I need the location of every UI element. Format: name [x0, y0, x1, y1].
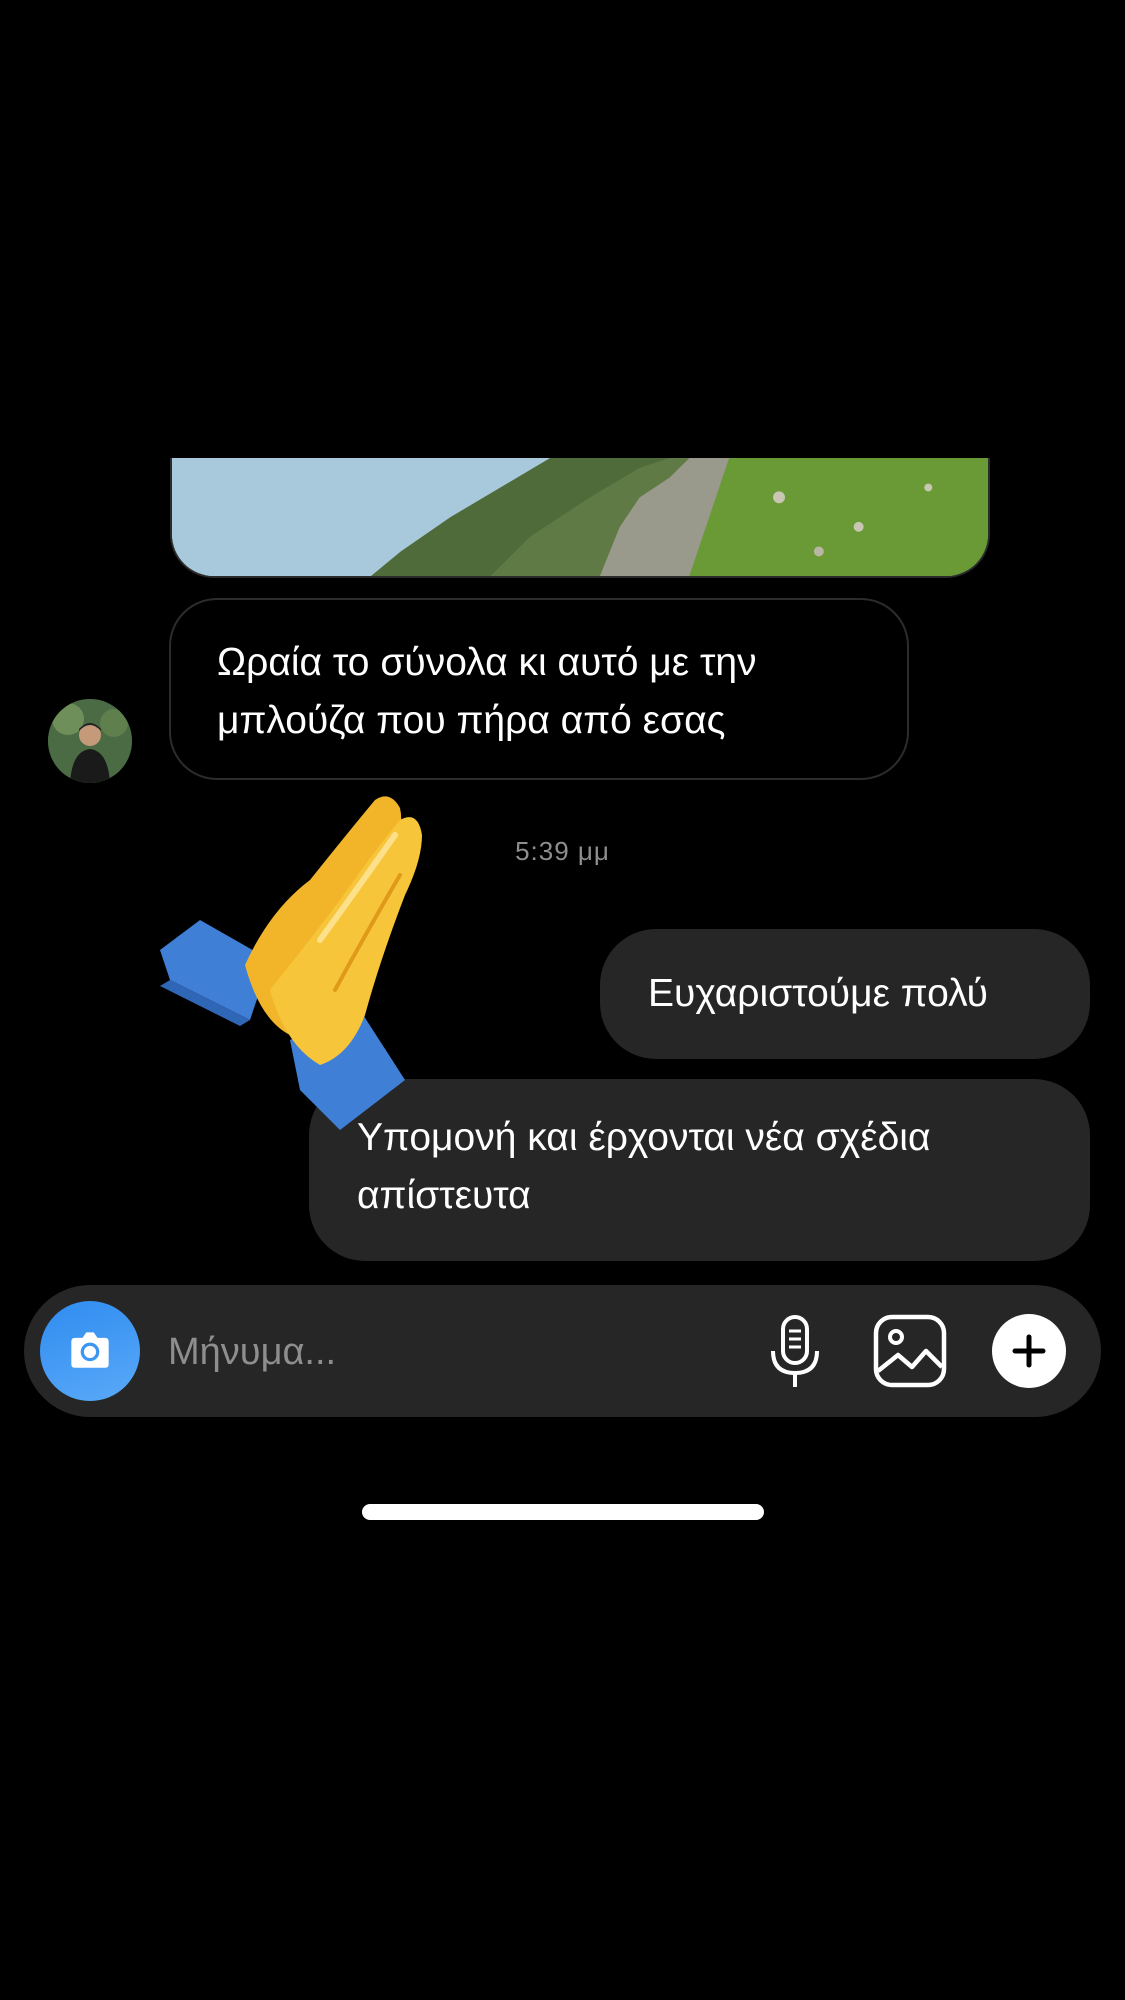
camera-button[interactable] [40, 1301, 140, 1401]
folded-hands-icon [160, 796, 422, 1130]
microphone-icon[interactable] [765, 1311, 825, 1391]
outgoing-message-bubble[interactable]: Ευχαριστούμε πολύ [600, 929, 1090, 1059]
avatar-photo [48, 699, 132, 783]
incoming-message-bubble[interactable]: Ωραία το σύνολα κι αυτό με την μπλούζα π… [169, 598, 909, 780]
home-indicator[interactable] [362, 1504, 764, 1520]
plus-icon [1012, 1334, 1046, 1368]
more-options-button[interactable] [992, 1314, 1066, 1388]
camera-icon [71, 1332, 109, 1368]
shared-photo[interactable] [170, 458, 990, 578]
message-input[interactable] [168, 1322, 728, 1382]
photo-landscape [172, 458, 988, 576]
sender-avatar[interactable] [48, 699, 132, 783]
gallery-icon[interactable] [870, 1311, 950, 1391]
